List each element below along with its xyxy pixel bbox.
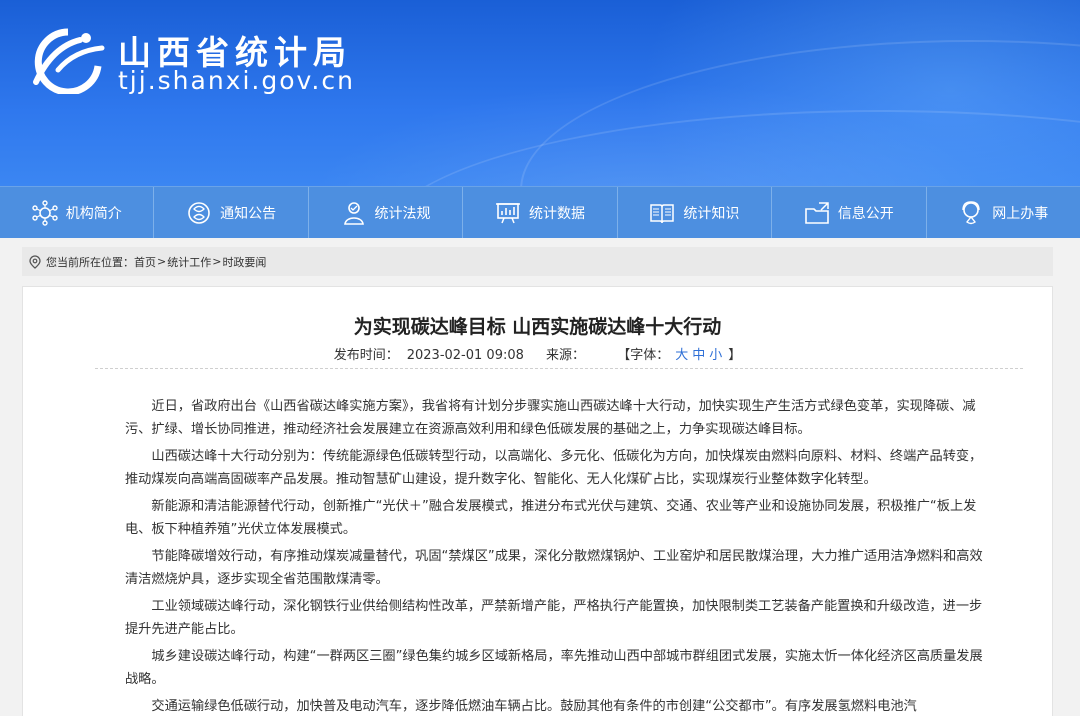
nav-item-org[interactable]: 机构简介 <box>0 187 155 238</box>
header-banner: 山西省统计局 tjj.shanxi.gov.cn <box>0 0 1080 186</box>
site-logo-icon[interactable] <box>28 26 108 94</box>
breadcrumb: 您当前所在位置： 首页 > 统计工作 > 时政要闻 <box>22 247 1053 276</box>
nav-item-law[interactable]: 统计法规 <box>309 187 464 238</box>
law-icon <box>343 201 364 225</box>
article-paragraph: 工业领域碳达峰行动，深化钢铁行业供给侧结构性改革，严禁新增产能，严格执行产能置换… <box>125 599 983 637</box>
article-paragraph: 城乡建设碳达峰行动，构建“一群两区三圈”绿色集约城乡区域新格局，率先推动山西中部… <box>125 649 983 687</box>
nav-item-knowledge[interactable]: 统计知识 <box>618 187 773 238</box>
article-panel: 为实现碳达峰目标 山西实施碳达峰十大行动 发布时间： 2023-02-01 09:… <box>22 286 1053 716</box>
nav-label: 统计法规 <box>374 205 431 222</box>
nav-label: 统计知识 <box>683 205 740 222</box>
title-divider <box>95 368 1023 369</box>
nav-label: 机构简介 <box>65 205 122 222</box>
font-size-large-button[interactable]: 大 <box>675 348 688 363</box>
folder-icon <box>805 201 829 224</box>
article-meta: 发布时间： 2023-02-01 09:08 来源： 【字体： 大中小】 <box>23 344 1052 363</box>
online-service-icon <box>962 200 980 224</box>
font-size-close: 】 <box>728 348 742 363</box>
notice-icon <box>188 201 210 224</box>
nav-item-notice[interactable]: 通知公告 <box>154 187 309 238</box>
article-paragraph: 交通运输绿色低碳行动，加快普及电动汽车，逐步降低燃油车辆占比。鼓励其他有条件的市… <box>151 699 917 714</box>
nav-item-data[interactable]: 统计数据 <box>463 187 618 238</box>
nav-label: 网上办事 <box>992 205 1049 222</box>
data-icon <box>495 202 520 223</box>
font-size-medium-button[interactable]: 中 <box>692 348 705 363</box>
article-title: 为实现碳达峰目标 山西实施碳达峰十大行动 <box>353 316 722 338</box>
nav-label: 统计数据 <box>528 205 585 222</box>
breadcrumb-link-stat-work[interactable]: 统计工作 <box>167 254 211 270</box>
font-size-small-button[interactable]: 小 <box>709 348 722 363</box>
breadcrumb-separator: > <box>212 255 222 268</box>
location-pin-icon <box>29 254 41 269</box>
publish-time: 2023-02-01 09:08 <box>406 348 524 363</box>
nav-label: 信息公开 <box>837 205 894 222</box>
breadcrumb-separator: > <box>157 255 167 268</box>
site-domain: tjj.shanxi.gov.cn <box>118 66 355 95</box>
breadcrumb-link-home[interactable]: 首页 <box>134 254 156 270</box>
nav-item-online-service[interactable]: 网上办事 <box>927 187 1080 238</box>
main-nav: 机构简介 通知公告 统计法规 统计数据 统计知识 信息公开 网上办事 <box>0 186 1080 238</box>
article-paragraph: 近日，省政府出台《山西省碳达峰实施方案》，我省将有计划分步骤实施山西碳达峰十大行… <box>125 399 976 437</box>
nav-item-info[interactable]: 信息公开 <box>772 187 927 238</box>
publish-label: 发布时间： <box>333 348 399 363</box>
nav-label: 通知公告 <box>220 205 277 222</box>
article-paragraph: 新能源和清洁能源替代行动，创新推广“光伏＋”融合发展模式，推进分布式光伏与建筑、… <box>125 499 977 537</box>
article-paragraph: 山西碳达峰十大行动分别为：传统能源绿色低碳转型行动，以高端化、多元化、低碳化为方… <box>125 449 983 487</box>
knowledge-icon <box>650 203 675 223</box>
source-label: 来源： <box>546 348 586 363</box>
article-paragraph: 节能降碳增效行动，有序推动煤炭减量替代，巩固“禁煤区”成果，深化分散燃煤锅炉、工… <box>125 549 983 587</box>
article-body: 近日，省政府出台《山西省碳达峰实施方案》，我省将有计划分步骤实施山西碳达峰十大行… <box>125 395 985 716</box>
org-icon <box>32 199 58 226</box>
font-size-label: 【字体： <box>617 348 670 363</box>
breadcrumb-link-news[interactable]: 时政要闻 <box>222 254 266 270</box>
breadcrumb-prefix: 您当前所在位置： <box>46 255 134 269</box>
